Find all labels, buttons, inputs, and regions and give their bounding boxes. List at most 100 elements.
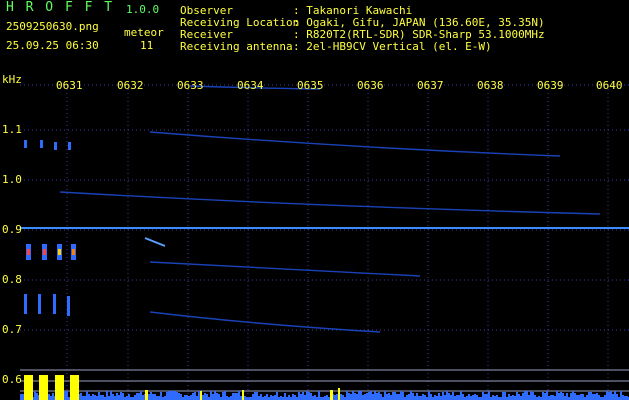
level-bar xyxy=(420,396,422,400)
level-bar xyxy=(370,391,372,400)
level-bar xyxy=(34,391,36,400)
time-tick-label: 0636 xyxy=(357,79,384,92)
level-bar xyxy=(142,395,144,400)
level-bar xyxy=(496,395,498,400)
level-bar xyxy=(482,392,484,400)
spectrogram-grid xyxy=(20,84,629,400)
level-bar xyxy=(366,393,368,400)
level-bar xyxy=(484,394,486,400)
level-bar xyxy=(84,396,86,400)
level-bar xyxy=(254,392,256,400)
y-axis-unit: kHz xyxy=(2,73,22,86)
level-bar xyxy=(354,393,356,400)
level-bar xyxy=(530,391,532,400)
level-bar xyxy=(450,395,452,400)
level-bar xyxy=(558,393,560,400)
version-label: 1.0.0 xyxy=(126,3,160,16)
level-bar xyxy=(194,392,196,400)
level-bar xyxy=(410,391,412,400)
level-bar xyxy=(622,395,624,400)
level-bar xyxy=(546,391,548,400)
level-bar xyxy=(310,393,312,400)
level-bar xyxy=(82,396,84,400)
level-bar xyxy=(616,394,618,400)
level-bar xyxy=(436,396,438,400)
level-bar xyxy=(318,391,320,400)
time-tick-label: 0638 xyxy=(477,79,504,92)
level-bar xyxy=(396,394,398,400)
level-bar xyxy=(526,391,528,400)
level-bar xyxy=(174,391,176,400)
y-tick-label: 0.7 xyxy=(2,323,22,336)
level-bar xyxy=(50,396,52,400)
level-bar xyxy=(112,394,114,400)
level-bar xyxy=(592,394,594,400)
level-bar xyxy=(304,395,306,400)
level-bar xyxy=(212,394,214,400)
level-bar xyxy=(166,392,168,400)
level-bar xyxy=(360,391,362,400)
level-bar xyxy=(260,394,262,400)
level-bar xyxy=(518,394,520,400)
level-bar xyxy=(614,391,616,400)
level-bar xyxy=(300,394,302,400)
y-tick-label: 1.1 xyxy=(2,123,22,136)
level-bar xyxy=(206,394,208,400)
level-bar xyxy=(462,394,464,400)
level-bar xyxy=(232,393,234,400)
level-bar xyxy=(424,395,426,400)
antenna-label: Receiving antenna xyxy=(180,40,293,53)
level-bar xyxy=(474,394,476,400)
level-bar xyxy=(308,392,310,400)
level-bar xyxy=(230,396,232,400)
level-bar xyxy=(562,393,564,400)
level-bar xyxy=(280,396,282,400)
level-bar xyxy=(594,394,596,400)
level-bar xyxy=(564,396,566,400)
level-bar xyxy=(608,392,610,400)
level-bar xyxy=(52,393,54,400)
level-bar xyxy=(178,393,180,400)
level-bar xyxy=(454,396,456,400)
level-bar xyxy=(402,392,404,400)
level-bar xyxy=(352,391,354,400)
level-bar xyxy=(560,392,562,400)
level-bar xyxy=(596,393,598,400)
level-bar xyxy=(180,394,182,400)
level-bar xyxy=(128,394,130,400)
level-bar xyxy=(384,391,386,400)
level-bar xyxy=(566,393,568,400)
level-bar xyxy=(494,396,496,400)
level-bar xyxy=(514,396,516,400)
y-tick-label: 1.0 xyxy=(2,173,22,186)
level-bar xyxy=(172,391,174,400)
level-bar xyxy=(358,391,360,400)
level-bar xyxy=(202,395,204,400)
level-bar xyxy=(390,395,392,400)
level-bar xyxy=(86,391,88,400)
time-tick-label: 0640 xyxy=(596,79,623,92)
level-bar xyxy=(270,395,272,400)
level-bar xyxy=(306,391,308,400)
level-bar xyxy=(292,394,294,400)
level-bar xyxy=(414,396,416,400)
level-bar xyxy=(606,391,608,400)
level-bar xyxy=(140,391,142,400)
level-bar xyxy=(90,396,92,400)
level-bar xyxy=(118,395,120,400)
level-bar xyxy=(350,394,352,400)
level-bar xyxy=(380,394,382,400)
level-bar xyxy=(66,391,68,400)
level-bar xyxy=(238,391,240,400)
level-bar xyxy=(486,394,488,400)
level-bar xyxy=(284,393,286,400)
level-bar xyxy=(362,395,364,400)
time-tick-label: 0632 xyxy=(117,79,144,92)
level-bar xyxy=(572,391,574,400)
level-bar xyxy=(552,395,554,400)
level-bar xyxy=(160,392,162,400)
signal-level-strip xyxy=(20,391,629,400)
level-bar xyxy=(430,394,432,400)
level-bar xyxy=(468,394,470,400)
filename-label: 2509250630.png xyxy=(6,20,99,33)
